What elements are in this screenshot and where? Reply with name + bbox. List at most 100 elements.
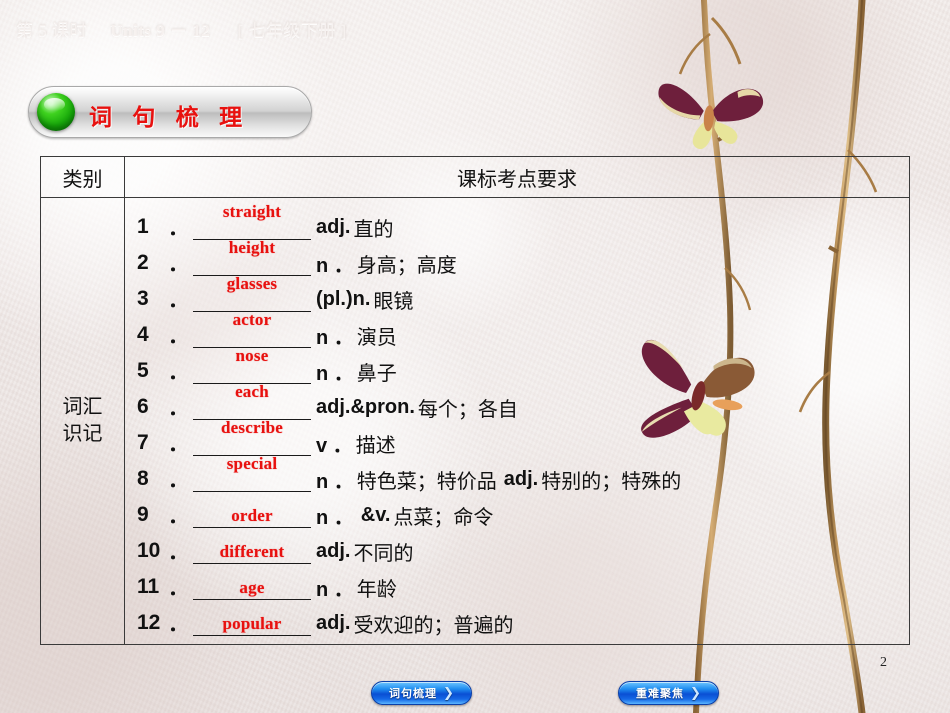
word-meaning: 演员 <box>356 326 397 349</box>
word-blank[interactable]: actor <box>193 310 311 348</box>
word-row: 8 ． special n ． 特色菜；特价品 adj. 特别的；特殊的 <box>125 454 909 497</box>
category-label-line2: 识记 <box>62 423 103 445</box>
word-number: 10 <box>137 539 161 562</box>
word-row: 9 ． order n ． &v. 点菜；命令 <box>125 497 909 533</box>
word-meaning: 受欢迎的；普遍的 <box>353 614 514 637</box>
word-pos: n ． <box>316 326 354 349</box>
word-blank[interactable]: different <box>193 539 311 564</box>
word-pos: adj. <box>316 215 351 238</box>
slide-header: 第 5 课时 Units 9 － 12 [ 七年级下册 ] <box>16 16 347 41</box>
word-blank[interactable]: nose <box>193 346 311 384</box>
word-answer: each <box>235 381 269 401</box>
vocabulary-table: 类别 课标考点要求 词汇 识记 1 ． straight adj. 直的 2 ．… <box>40 156 910 645</box>
page-number: 2 <box>880 655 887 670</box>
word-pos-secondary: adj. <box>503 467 539 490</box>
word-number: 5 <box>137 359 149 382</box>
word-number: 7 <box>137 431 149 454</box>
unit-range: Units 9 － 12 <box>110 21 211 40</box>
word-dot: ． <box>168 541 189 564</box>
table-cell-category: 词汇 识记 <box>41 198 124 644</box>
word-dot: ． <box>168 253 189 276</box>
word-meaning: 描述 <box>355 434 396 457</box>
word-dot: ． <box>168 397 189 420</box>
word-pos: n ． <box>316 470 354 493</box>
word-number: 8 <box>137 467 149 490</box>
word-dot: ． <box>168 325 189 348</box>
word-pos: n ． <box>316 254 354 277</box>
word-blank[interactable]: special <box>193 454 311 492</box>
word-blank[interactable]: popular <box>193 611 311 636</box>
section-banner: 词 句 梳 理 <box>28 86 312 138</box>
word-blank[interactable]: age <box>193 575 311 600</box>
category-label-line1: 词汇 <box>62 396 103 418</box>
word-answer: height <box>228 237 276 257</box>
word-answer: order <box>231 505 273 525</box>
word-row: 12 ． popular adj. 受欢迎的；普遍的 <box>125 605 909 641</box>
word-answer: nose <box>235 345 269 365</box>
word-blank[interactable]: each <box>193 382 311 420</box>
chevron-right-icon: ❯ <box>690 685 701 700</box>
word-dot: ． <box>168 217 189 240</box>
nav-button-key-points[interactable]: 重难聚焦 ❯ <box>618 681 719 705</box>
word-answer: age <box>239 577 265 597</box>
word-answer: special <box>226 453 278 473</box>
word-meaning: 特色菜；特价品 <box>356 470 497 493</box>
word-dot: ． <box>168 469 189 492</box>
word-dot: ． <box>168 361 189 384</box>
grade-label: [ 七年级下册 ] <box>237 21 347 40</box>
word-answer: different <box>219 541 285 561</box>
nav-button-label: 词句梳理 <box>389 688 438 700</box>
word-answer: actor <box>232 309 272 329</box>
word-row: 10 ． different adj. 不同的 <box>125 533 909 569</box>
green-ball-icon <box>37 93 75 131</box>
word-meaning: 直的 <box>353 218 394 241</box>
word-number: 4 <box>137 323 149 346</box>
word-meaning-secondary: 特别的；特殊的 <box>541 470 682 493</box>
nav-button-label: 重难聚焦 <box>636 688 685 700</box>
chevron-right-icon: ❯ <box>443 685 454 700</box>
word-meaning: 身高；高度 <box>356 254 457 277</box>
word-pos-secondary: &v. <box>360 503 391 526</box>
word-meaning-secondary: 点菜；命令 <box>393 506 494 529</box>
word-number: 3 <box>137 287 149 310</box>
word-pos: n ． <box>316 362 354 385</box>
word-meaning: 年龄 <box>356 578 397 601</box>
word-blank[interactable]: height <box>193 238 311 276</box>
word-blank[interactable]: describe <box>193 418 311 456</box>
word-meaning: 眼镜 <box>373 290 414 313</box>
word-pos: (pl.)n. <box>316 287 371 310</box>
table-cell-word-list: 1 ． straight adj. 直的 2 ． height n ． 身高；高… <box>125 198 909 644</box>
word-answer: glasses <box>226 273 278 293</box>
word-number: 9 <box>137 503 149 526</box>
word-dot: ． <box>168 289 189 312</box>
word-blank[interactable]: order <box>193 503 311 528</box>
word-number: 12 <box>137 611 161 634</box>
word-dot: ． <box>168 505 189 528</box>
word-number: 1 <box>137 215 149 238</box>
word-blank[interactable]: glasses <box>193 274 311 312</box>
word-answer: straight <box>222 201 282 221</box>
word-meaning: 不同的 <box>353 542 414 565</box>
word-blank[interactable]: straight <box>193 202 311 240</box>
section-banner-title: 词 句 梳 理 <box>89 104 250 130</box>
word-meaning: 每个；各自 <box>417 398 518 421</box>
word-pos: adj. <box>316 611 351 634</box>
word-dot: ． <box>168 433 189 456</box>
word-number: 6 <box>137 395 149 418</box>
word-pos: v ． <box>316 434 353 457</box>
nav-button-word-review[interactable]: 词句梳理 ❯ <box>371 681 472 705</box>
table-header-requirement: 课标考点要求 <box>457 168 577 191</box>
word-row: 11 ． age n ． 年龄 <box>125 569 909 605</box>
word-dot: ． <box>168 613 189 636</box>
word-pos: adj.&pron. <box>316 395 415 418</box>
word-pos: adj. <box>316 539 351 562</box>
word-meaning: 鼻子 <box>356 362 397 385</box>
word-pos: n ． <box>316 578 354 601</box>
word-number: 11 <box>137 575 160 598</box>
word-dot: ． <box>168 577 189 600</box>
word-answer: popular <box>222 613 282 633</box>
word-answer: describe <box>220 417 284 437</box>
word-number: 2 <box>137 251 149 274</box>
word-pos: n ． <box>316 506 354 529</box>
lesson-number: 第 5 课时 <box>16 21 87 40</box>
